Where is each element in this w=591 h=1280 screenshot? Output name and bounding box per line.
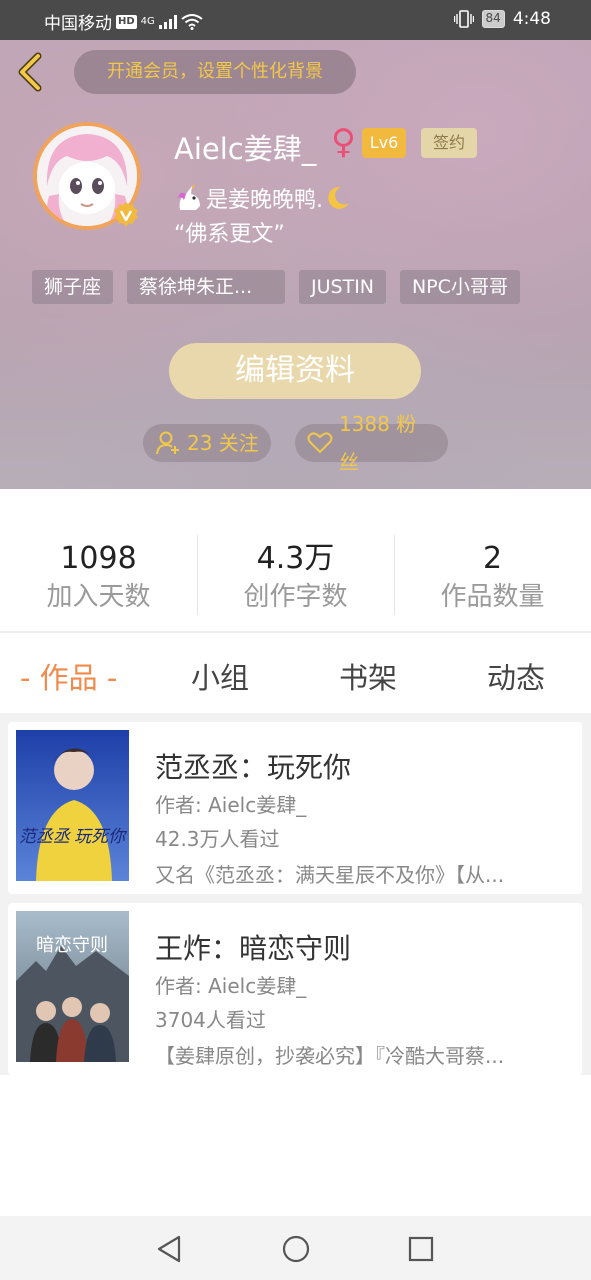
work-title: 范丞丞：玩死你 — [155, 751, 352, 784]
hd-icon: HD — [116, 14, 137, 29]
bio-text-1: 是姜晚晚鸭. — [206, 188, 323, 213]
stat-works-count: 2 作品数量 — [394, 489, 591, 631]
nav-home-button[interactable] — [281, 1234, 311, 1264]
system-nav-bar — [0, 1216, 591, 1280]
tag-item[interactable]: JUSTIN — [299, 270, 387, 304]
square-recents-icon — [408, 1236, 434, 1262]
username: Aielc姜肆_ — [174, 132, 317, 166]
book-cover: 范丞丞 玩死你 — [16, 730, 129, 881]
profile-header: 开通会员，设置个性化背景 Aielc姜肆_ ♀ Lv6 签约 是姜晚晚鸭. “佛… — [0, 40, 591, 489]
battery-icon: 84 — [481, 10, 505, 28]
nav-recents-button[interactable] — [406, 1234, 436, 1264]
chevron-left-icon — [18, 52, 42, 92]
work-description: 【姜肆原创，抄袭必究】『冷酷大哥蔡... — [155, 1044, 505, 1068]
work-views: 42.3万人看过 — [155, 827, 280, 851]
vip-banner-button[interactable]: 开通会员，设置个性化背景 — [74, 50, 356, 94]
unicorn-emoji-icon — [178, 184, 200, 210]
carrier-label: 中国移动 — [44, 14, 112, 34]
book-cover-image: 范丞丞 玩死你 — [16, 730, 129, 881]
stat-label: 加入天数 — [46, 582, 151, 612]
list-item[interactable]: 范丞丞 玩死你 范丞丞：玩死你 作者: Aielc姜肆_ 42.3万人看过 又名… — [8, 722, 582, 894]
signal-icon — [158, 14, 177, 29]
tab-groups[interactable]: 小组 — [191, 655, 249, 697]
cover-title-text: 暗恋守则 — [36, 934, 108, 955]
verified-badge-icon — [112, 201, 140, 229]
moon-emoji-icon — [328, 186, 349, 209]
stat-join-days: 1098 加入天数 — [0, 489, 197, 631]
stat-label: 作品数量 — [440, 582, 545, 612]
tag-item[interactable]: 狮子座 — [32, 270, 114, 304]
cover-title-text: 范丞丞 玩死你 — [19, 827, 128, 846]
book-cover: 暗恋守则 — [16, 911, 129, 1062]
signed-badge: 签约 — [421, 128, 477, 158]
stat-word-count: 4.3万 创作字数 — [197, 489, 394, 631]
circle-home-icon — [282, 1235, 310, 1263]
stat-value: 2 — [482, 541, 503, 576]
tag-item[interactable]: NPC小哥哥 — [400, 270, 520, 304]
tag-list: 狮子座 蔡徐坤朱正... JUSTIN NPC小哥哥 — [32, 270, 520, 304]
edit-profile-button[interactable]: 编辑资料 — [169, 343, 421, 399]
tab-works[interactable]: - 作品 - — [20, 655, 117, 697]
work-description: 又名《范丞丞：满天星辰不及你》【从... — [155, 863, 505, 887]
stat-label: 创作字数 — [243, 582, 348, 612]
works-list: 范丞丞 玩死你 范丞丞：玩死你 作者: Aielc姜肆_ 42.3万人看过 又名… — [0, 713, 591, 1075]
stats-row: 1098 加入天数 4.3万 创作字数 2 作品数量 — [0, 489, 591, 633]
network-label: 4G — [140, 16, 155, 27]
add-user-icon — [156, 431, 179, 455]
tab-bar: - 作品 - 小组 书架 动态 — [0, 635, 591, 713]
back-button[interactable] — [14, 52, 48, 92]
heart-icon — [307, 432, 333, 453]
work-author: 作者: Aielc姜肆_ — [155, 793, 307, 817]
level-badge: Lv6 — [362, 128, 406, 158]
clock: 4:48 — [512, 9, 551, 29]
bio-line-2: “佛系更文” — [174, 222, 285, 247]
tab-activity[interactable]: 动态 — [487, 655, 545, 697]
bio-line-1: 是姜晚晚鸭. — [174, 182, 351, 214]
triangle-back-icon — [157, 1235, 181, 1263]
fans-count: 1388 粉丝 — [338, 412, 417, 474]
following-count: 23 关注 — [187, 431, 259, 455]
wifi-icon — [181, 13, 203, 30]
work-views: 3704人看过 — [155, 1008, 266, 1032]
following-button[interactable]: 23 关注 — [143, 424, 271, 462]
book-cover-image: 暗恋守则 — [16, 911, 129, 1062]
status-bar: 中国移动 HD 4G 84 4:48 — [0, 0, 591, 40]
fans-button[interactable]: 1388 粉丝 — [295, 412, 448, 474]
female-gender-icon: ♀ — [331, 122, 356, 162]
vibrate-icon — [453, 10, 474, 28]
work-author: 作者: Aielc姜肆_ — [155, 974, 307, 998]
tab-bookshelf[interactable]: 书架 — [339, 655, 397, 697]
work-title: 王炸：暗恋守则 — [155, 932, 352, 965]
tag-item[interactable]: 蔡徐坤朱正... — [127, 270, 286, 304]
nav-back-button[interactable] — [155, 1234, 185, 1264]
list-item[interactable]: 暗恋守则 王炸：暗恋守则 作者: Aielc姜肆_ 3704人看过 【姜肆原创，… — [8, 903, 582, 1075]
stat-value: 1098 — [60, 541, 137, 576]
stat-value: 4.3万 — [256, 541, 335, 576]
